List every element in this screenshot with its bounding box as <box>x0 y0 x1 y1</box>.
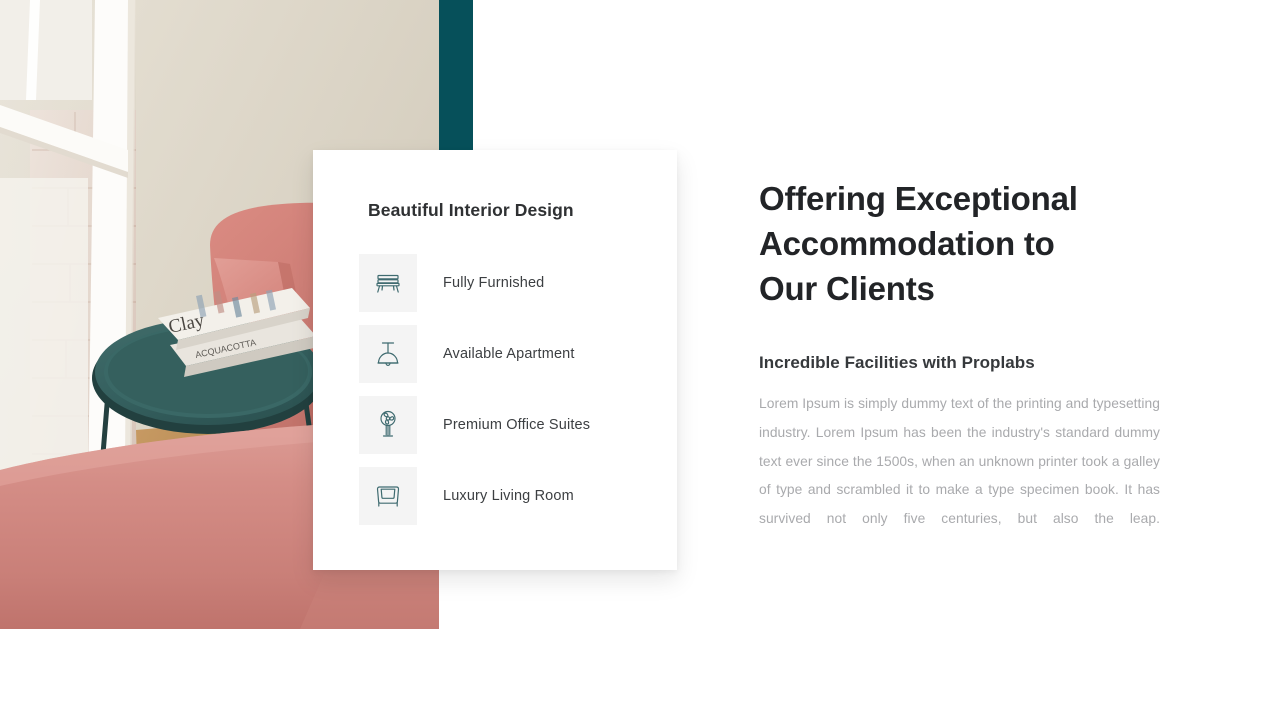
pedestal-fan-icon <box>359 396 417 454</box>
feature-label: Available Apartment <box>443 346 575 362</box>
bench-icon <box>359 254 417 312</box>
page-title: Offering Exceptional Accommodation to Ou… <box>759 176 1163 311</box>
feature-label: Fully Furnished <box>443 275 545 291</box>
feature-label: Premium Office Suites <box>443 417 591 433</box>
headline-line-2: Accommodation to <box>759 225 1055 262</box>
feature-card: Beautiful Interior Design Fully Furnishe… <box>313 150 677 570</box>
feature-item-available-apartment[interactable]: Available Apartment <box>359 325 659 383</box>
feature-item-luxury-living-room[interactable]: Luxury Living Room <box>359 467 659 525</box>
slide-root: ACQUACOTTA Clay Beautiful Interior Desig… <box>0 0 1280 720</box>
subheading: Incredible Facilities with Proplabs <box>759 353 1035 372</box>
armchair-icon <box>359 467 417 525</box>
teal-accent-block <box>439 0 473 150</box>
content-column: Offering Exceptional Accommodation to Ou… <box>759 176 1163 563</box>
feature-item-fully-furnished[interactable]: Fully Furnished <box>359 254 659 312</box>
headline-line-3: Our Clients <box>759 270 935 307</box>
body-paragraph: Lorem Ipsum is simply dummy text of the … <box>759 396 1160 527</box>
card-title: Beautiful Interior Design <box>368 200 574 220</box>
headline-line-1: Offering Exceptional <box>759 180 1078 217</box>
feature-label: Luxury Living Room <box>443 488 574 504</box>
feature-list: Fully Furnished Available Apartment Prem… <box>359 254 659 525</box>
pendant-lamp-icon <box>359 325 417 383</box>
feature-item-premium-office-suites[interactable]: Premium Office Suites <box>359 396 659 454</box>
